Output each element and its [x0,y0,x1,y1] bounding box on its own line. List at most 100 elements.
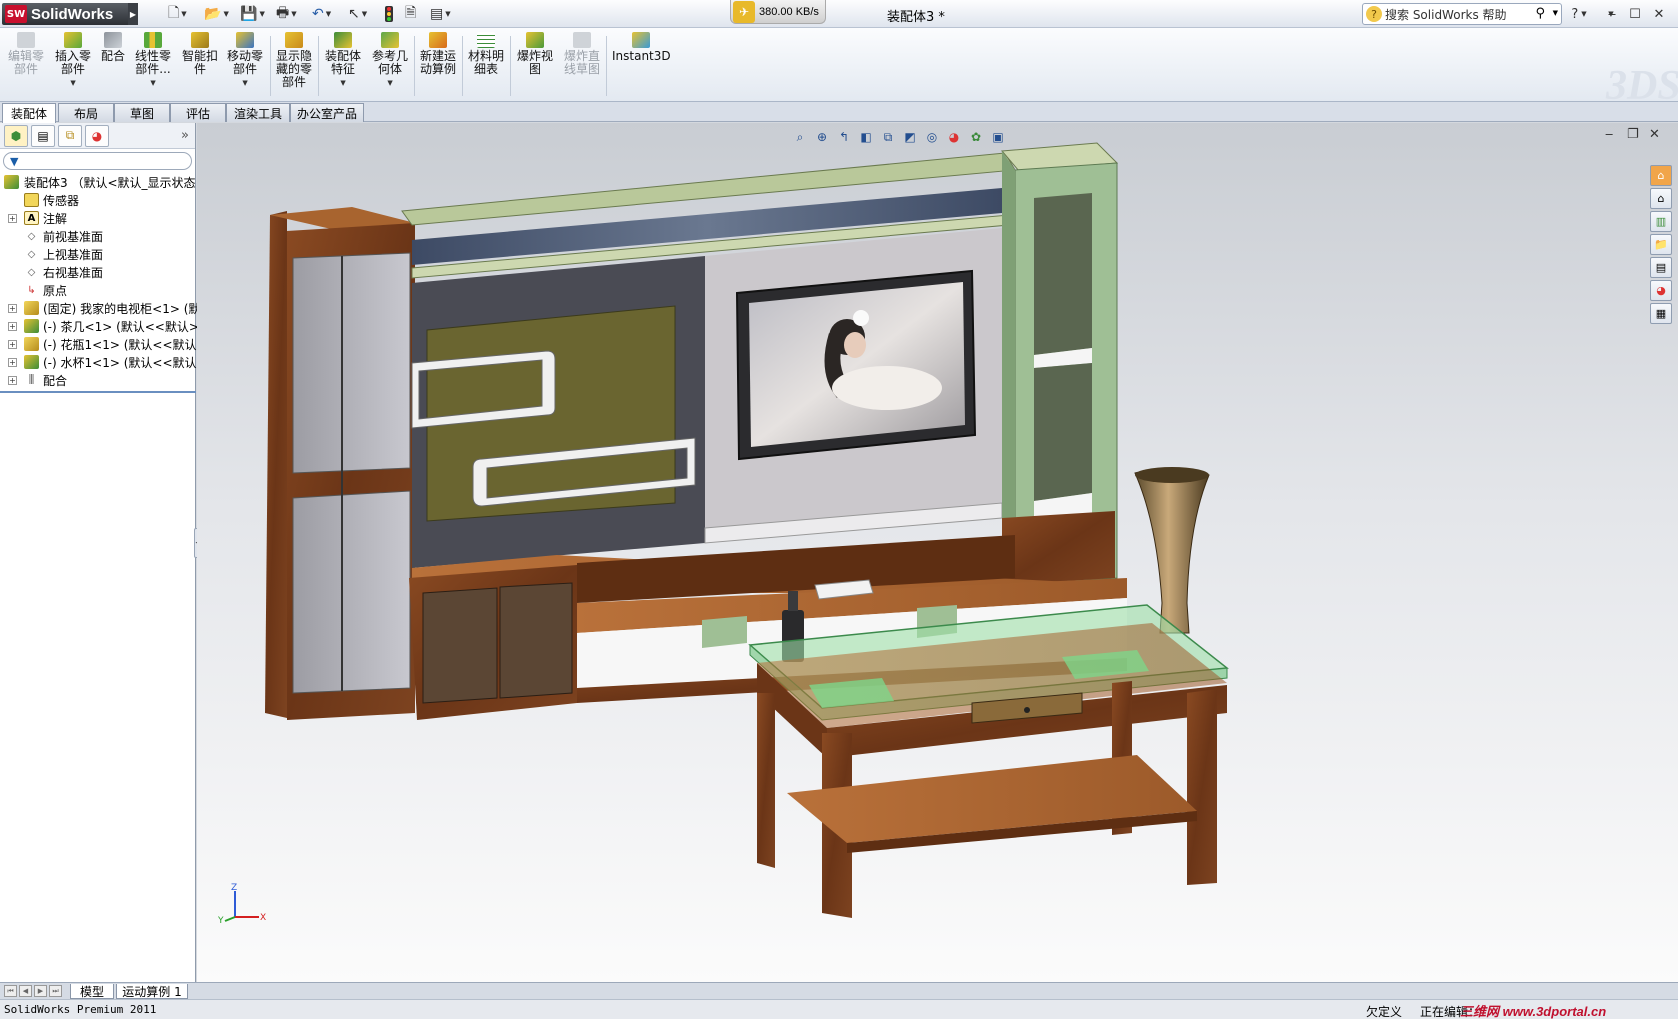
edit-component-icon [17,32,35,48]
property-manager-tab[interactable]: ▤ [31,124,55,147]
menu-arrow-icon[interactable]: ▶ [128,3,138,25]
tab-motion-study-1[interactable]: 运动算例 1 [116,984,188,999]
help-button[interactable]: ? ▼ [1568,4,1590,24]
graphics-area[interactable]: ⌕ ⊕ ↰ ◧ ⧉ ◩ ◎ ◕ ✿ ▣ ‒ ❐ ✕ ⌂ ⌂ ▥ 📁 ▤ ◕ ▦ [197,123,1678,982]
tab-office-products[interactable]: 办公室产品 [290,103,364,122]
next-tab-icon[interactable]: ▶ [34,985,47,997]
tree-item-tv-cabinet[interactable]: + (固定) 我家的电视柜<1> (默 [0,299,200,317]
move-component-button[interactable]: 移动零 部件 ▼ [227,32,263,90]
chevron-down-icon[interactable]: ▼ [387,77,392,90]
right-cabinet-opening-lower[interactable] [1034,363,1092,501]
tv-screen[interactable] [749,282,965,447]
tree-divider [0,391,196,393]
expand-icon[interactable]: + [8,339,17,349]
tab-layout[interactable]: 布局 [58,103,114,122]
bottle-neck[interactable] [788,591,798,611]
search-dropdown-icon[interactable]: ▼ [1553,9,1558,17]
move-component-icon [236,32,254,48]
tree-root[interactable]: 装配体3 （默认<默认_显示状态 [0,173,196,191]
chevron-right-icon[interactable]: » [181,128,189,143]
tab-evaluate[interactable]: 评估 [170,103,226,122]
tree-item-label: 上视基准面 [43,247,104,262]
explode-line-sketch-label: 爆炸直 线草图 [564,49,601,76]
tab-assembly[interactable]: 装配体 [2,103,56,123]
assembly-features-button[interactable]: 装配体 特征 ▼ [325,32,361,90]
new-doc-icon: 🗋 [168,5,180,21]
print-button[interactable]: 🖶 ▼ [276,4,297,24]
coffee-table-leg-front-right[interactable] [1187,689,1217,885]
chevron-down-icon[interactable]: ▼ [150,77,155,90]
assembly-model-scene[interactable] [197,123,1678,982]
maximize-icon[interactable]: ☐ [1624,4,1646,24]
tree-item-mates[interactable]: + ⫴ 配合 [0,371,195,389]
tab-render-tools[interactable]: 渲染工具 [226,103,290,122]
title-bar: SW SolidWorks ▶ 🗋 ▼ 📂 ▼ 💾 ▼ 🖶 ▼ ↶ ▼ ↖ ▼ 🗎 ▤ ▼ ✈… [0,0,1678,28]
tree-item-coffee-table[interactable]: + (-) 茶几<1> (默认<<默认>_ [0,317,205,335]
tree-item-annotations[interactable]: + A 注解 [0,209,195,227]
edit-component-button[interactable]: 编辑零 部件 [8,32,44,76]
triad-z-label: Z [231,883,237,893]
coffee-table-leg-back-left[interactable] [757,693,775,868]
linear-pattern-button[interactable]: 线性零 部件... ▼ [135,32,171,90]
left-cabinet-shelf-upper[interactable] [292,252,411,474]
tab-sketch[interactable]: 草图 [114,103,170,122]
console-door-right[interactable] [499,582,573,699]
tab-model[interactable]: 模型 [70,984,114,999]
explode-line-sketch-button[interactable]: 爆炸直 线草图 [564,32,600,76]
new-button[interactable]: 🗋 ▼ [168,4,187,24]
bill-of-materials-button[interactable]: 材料明 细表 [468,32,504,76]
tree-item-cup[interactable]: + (-) 水杯1<1> (默认<<默认>_ [0,353,213,371]
expand-icon[interactable]: + [8,357,17,367]
first-tab-icon[interactable]: ⏮ [4,985,17,997]
console-door-left[interactable] [422,587,498,704]
feature-manager-tab[interactable]: ⬢ [4,124,28,147]
product-name: SolidWorks Premium 2011 [4,1003,157,1016]
expand-icon[interactable]: + [8,303,17,313]
exploded-view-icon [526,32,544,48]
expand-icon[interactable]: + [8,321,17,331]
chevron-down-icon[interactable]: ▼ [242,77,247,90]
tree-filter[interactable]: ▼ [3,152,192,170]
close-icon[interactable]: ✕ [1648,4,1670,24]
tree-item-origin[interactable]: ↳ 原点 [0,281,195,299]
last-tab-icon[interactable]: ⏭ [49,985,62,997]
reference-geometry-button[interactable]: 参考几 何体 ▼ [372,32,408,90]
rebuild-button[interactable] [385,4,393,24]
save-button[interactable]: 💾 ▼ [240,4,265,24]
insert-component-button[interactable]: 插入零 部件 ▼ [55,32,91,90]
smart-fasteners-button[interactable]: 智能扣件 [182,32,218,76]
tree-item-vase[interactable]: + (-) 花瓶1<1> (默认<<默认>_ [0,335,213,353]
configuration-manager-tab[interactable]: ⧉ [58,124,82,147]
file-properties-button[interactable]: 🗎 [405,4,416,24]
drawer-knob[interactable] [1024,707,1030,713]
tree-item-right-plane[interactable]: ◇ 右视基准面 [0,263,195,281]
mate-button[interactable]: 配合 [101,32,125,63]
bottom-tab-bar: ⏮ ◀ ▶ ⏭ 模型 运动算例 1 [0,982,1678,999]
console-divider-green[interactable] [702,616,747,648]
right-cabinet-opening-upper[interactable] [1034,193,1092,355]
chevron-down-icon[interactable]: ▼ [70,77,75,90]
new-motion-study-button[interactable]: 新建运 动算例 [420,32,456,76]
select-button[interactable]: ↖ ▼ [348,4,367,24]
exploded-view-button[interactable]: 爆炸视图 [517,32,553,76]
left-cabinet-side[interactable] [265,211,287,718]
help-search-box[interactable]: ? 搜索 SolidWorks 帮助 ⚲ ▼ [1362,3,1562,25]
show-hidden-components-button[interactable]: 显示隐 藏的零 部件 [276,32,312,89]
left-cabinet-shelf-lower[interactable] [292,490,411,694]
search-icon[interactable]: ⚲ [1535,6,1545,21]
prev-tab-icon[interactable]: ◀ [19,985,32,997]
tree-item-front-plane[interactable]: ◇ 前视基准面 [0,227,195,245]
expand-icon[interactable]: + [8,213,17,223]
instant3d-button[interactable]: Instant3D [612,32,671,63]
right-cabinet-base[interactable] [1002,511,1115,585]
tree-item-top-plane[interactable]: ◇ 上视基准面 [0,245,195,263]
solidworks-logo[interactable]: SW SolidWorks [2,3,132,25]
minimize-icon[interactable]: ‒ [1601,4,1623,24]
display-manager-tab[interactable]: ◕ [85,124,109,147]
options-button[interactable]: ▤ ▼ [430,4,451,24]
undo-button[interactable]: ↶ ▼ [312,4,331,24]
chevron-down-icon[interactable]: ▼ [340,77,345,90]
expand-icon[interactable]: + [8,375,17,385]
tree-item-sensors[interactable]: 传感器 [0,191,195,209]
open-button[interactable]: 📂 ▼ [204,4,229,24]
